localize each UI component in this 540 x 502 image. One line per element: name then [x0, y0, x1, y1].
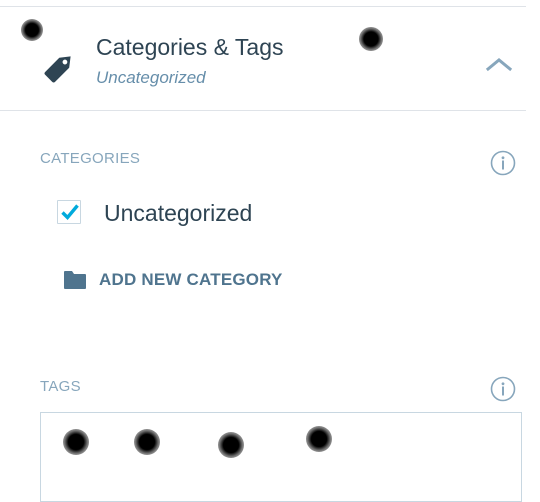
info-icon[interactable]: [490, 150, 516, 176]
tag-icon: [40, 47, 80, 87]
category-item-label[interactable]: Uncategorized: [104, 200, 252, 227]
checkmark-icon: [61, 204, 79, 221]
tags-input[interactable]: [40, 412, 522, 502]
ink-blot: [306, 426, 332, 452]
ink-blot: [359, 27, 383, 51]
panel-title: Categories & Tags: [96, 34, 284, 60]
info-icon[interactable]: [490, 376, 516, 402]
chevron-up-icon[interactable]: [480, 45, 518, 83]
ink-blot: [63, 429, 89, 455]
categories-label: CATEGORIES: [40, 150, 141, 167]
ink-blot: [134, 429, 160, 455]
categories-tags-panel-header[interactable]: Categories & Tags Uncategorized: [0, 7, 526, 111]
tags-label: TAGS: [40, 378, 81, 395]
panel-subtitle: Uncategorized: [96, 68, 206, 87]
ink-blot: [21, 19, 43, 41]
add-new-category-button[interactable]: ADD NEW CATEGORY: [64, 268, 283, 292]
ink-blot: [218, 432, 244, 458]
folder-icon: [64, 271, 86, 289]
add-new-category-label: ADD NEW CATEGORY: [99, 270, 283, 289]
uncategorized-checkbox[interactable]: [57, 200, 81, 224]
